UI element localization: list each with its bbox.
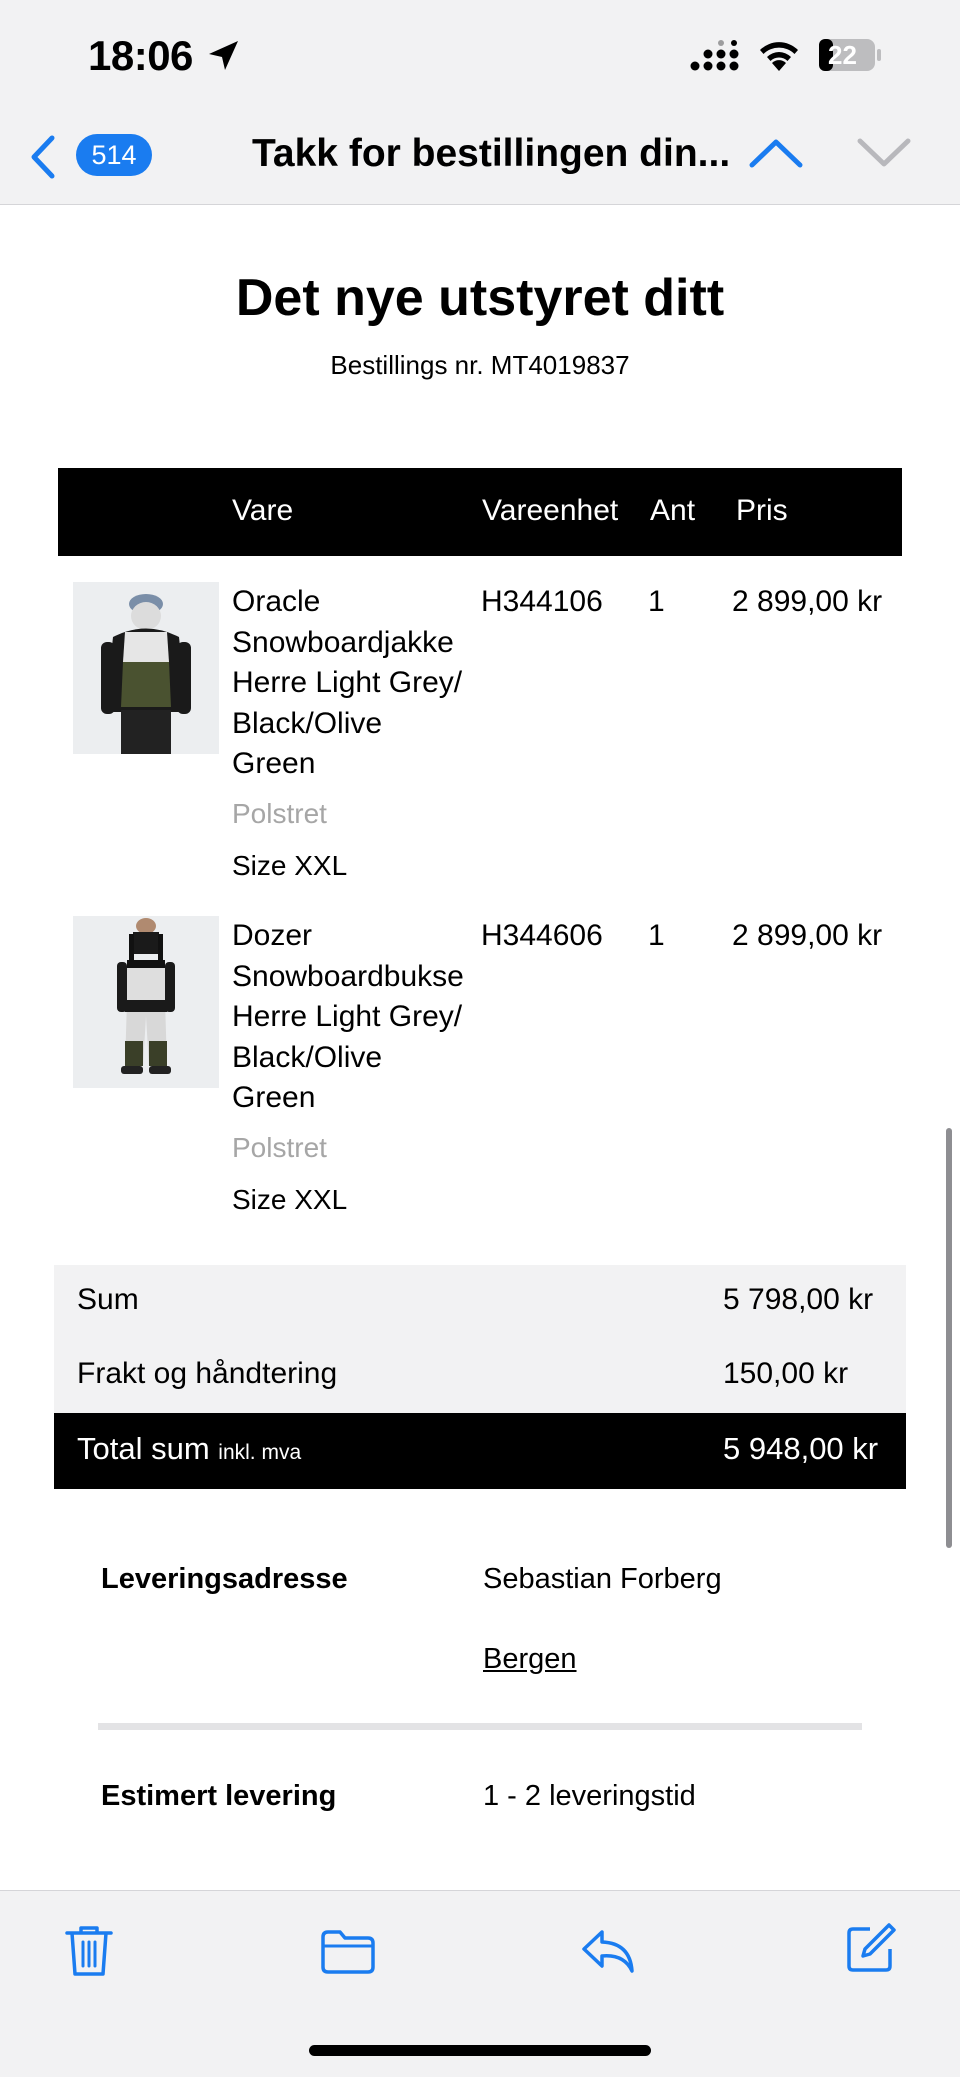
- cellular-signal-icon: [690, 40, 739, 71]
- item-sku: H344106: [481, 585, 603, 618]
- item-size: Size XXL: [232, 850, 348, 881]
- battery-level: 22: [828, 40, 857, 70]
- estimated-delivery-label: Estimert levering: [101, 1780, 337, 1812]
- status-bar: 18:06 22: [0, 0, 960, 115]
- jacket-product-image[interactable]: [73, 582, 219, 754]
- section-divider: [98, 1723, 862, 1730]
- order-table-header: Vare Vareenhet Ant Pris: [58, 468, 902, 556]
- item-variant: Polstret: [232, 798, 327, 829]
- item-name: Dozer Snowboardbukse Herre Light Grey/ B…: [232, 919, 464, 1114]
- email-heading: Det nye utstyret ditt: [235, 269, 725, 327]
- item-qty: 1: [648, 585, 665, 618]
- total-label: Total sum inkl. mva: [77, 1431, 302, 1466]
- scroll-indicator[interactable]: [946, 1128, 952, 1548]
- header-item: Vare: [232, 494, 294, 527]
- total-value: 5 948,00 kr: [723, 1431, 879, 1466]
- compose-icon[interactable]: [844, 1921, 898, 1975]
- item-variant: Polstret: [232, 1132, 327, 1163]
- item-size: Size XXL: [232, 1184, 348, 1215]
- pants-product-image[interactable]: [73, 916, 219, 1088]
- trash-icon[interactable]: [64, 1923, 114, 1979]
- item-name: Oracle Snowboardjakke Herre Light Grey/ …: [232, 585, 463, 780]
- folder-icon[interactable]: [320, 1929, 376, 1975]
- order-summary: Sum 5 798,00 kr Frakt og håndtering 150,…: [54, 1265, 906, 1413]
- order-item-row: Oracle Snowboardjakke Herre Light Grey/ …: [0, 582, 960, 882]
- header-qty: Ant: [650, 494, 696, 527]
- item-price: 2 899,00 kr: [732, 919, 883, 952]
- reply-icon[interactable]: [580, 1927, 636, 1975]
- delivery-address-label: Leveringsadresse: [101, 1563, 348, 1595]
- previous-message-chevron-up-icon[interactable]: [748, 135, 804, 171]
- order-item-row: Dozer Snowboardbukse Herre Light Grey/ B…: [0, 916, 960, 1216]
- sum-label: Sum: [77, 1283, 139, 1316]
- shipping-value: 150,00 kr: [723, 1357, 849, 1390]
- total-vat-note: inkl. mva: [218, 1441, 302, 1464]
- home-indicator: [309, 2045, 651, 2056]
- unread-count-badge[interactable]: 514: [76, 134, 152, 176]
- item-price: 2 899,00 kr: [732, 585, 883, 618]
- mail-toolbar: [0, 1890, 960, 2077]
- battery-icon: 22: [818, 38, 882, 72]
- estimated-delivery-value: 1 - 2 leveringstid: [483, 1780, 696, 1812]
- email-subject-title: Takk for bestillingen din...: [252, 132, 731, 175]
- shipping-label: Frakt og håndtering: [77, 1357, 338, 1390]
- item-sku: H344606: [481, 919, 603, 952]
- delivery-city-link[interactable]: Bergen: [483, 1643, 577, 1676]
- header-price: Pris: [736, 494, 788, 527]
- back-chevron-icon[interactable]: [26, 132, 60, 182]
- wifi-icon: [760, 42, 798, 71]
- order-number: Bestillings nr. MT4019837: [330, 350, 630, 380]
- status-time: 18:06: [88, 32, 193, 79]
- recipient-name: Sebastian Forberg: [483, 1563, 722, 1595]
- location-arrow-icon: [209, 41, 238, 70]
- order-total-row: Total sum inkl. mva 5 948,00 kr: [54, 1413, 906, 1489]
- header-sku: Vareenhet: [482, 494, 619, 527]
- next-message-chevron-down-icon[interactable]: [856, 135, 912, 171]
- sum-value: 5 798,00 kr: [723, 1283, 874, 1316]
- item-qty: 1: [648, 919, 665, 952]
- mail-nav-bar: 514 Takk for bestillingen din...: [0, 115, 960, 205]
